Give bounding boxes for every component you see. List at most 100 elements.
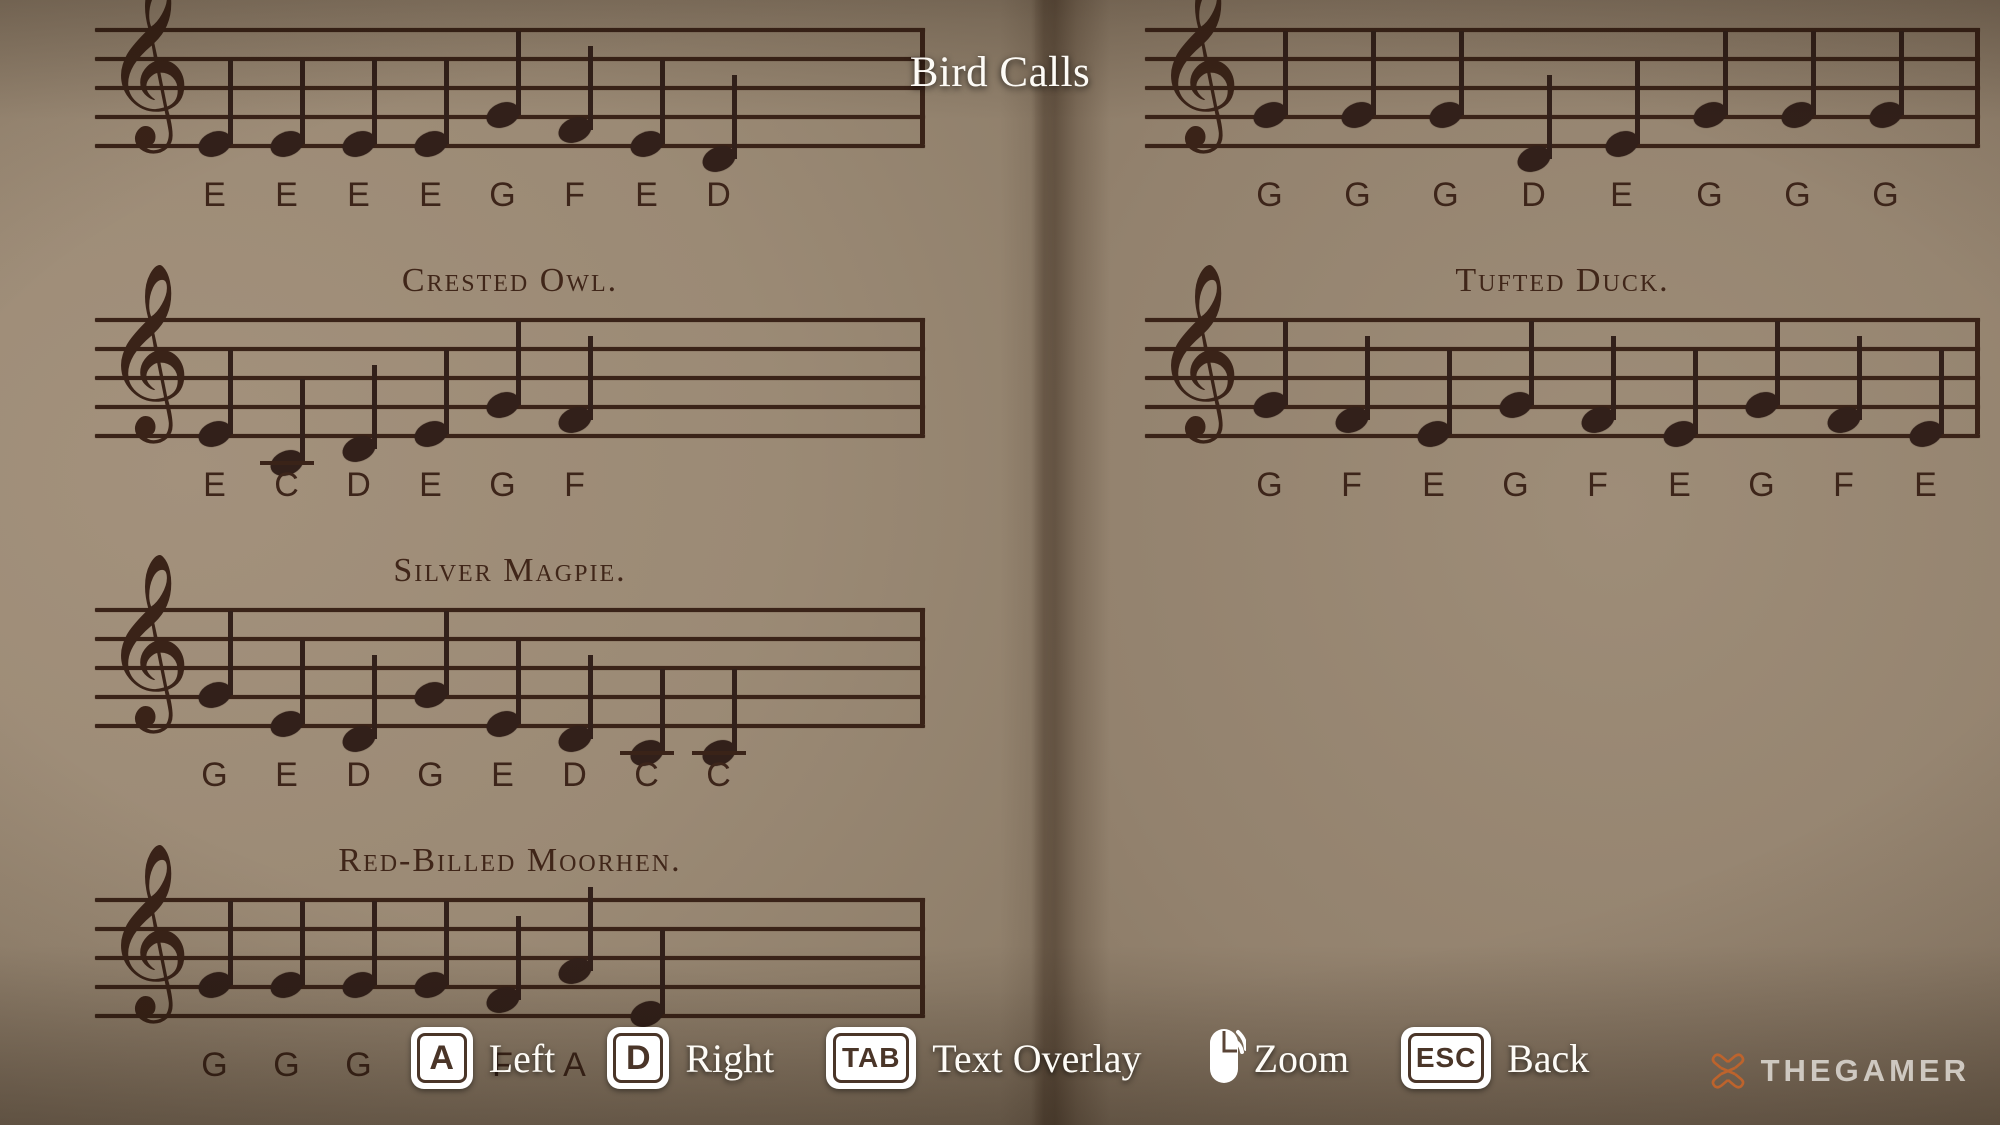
key-badge-label: TAB: [841, 1042, 901, 1073]
note-stem: [228, 901, 233, 985]
ledger-line: [260, 461, 314, 465]
note-stem: [300, 640, 305, 724]
hint-right[interactable]: D Right: [607, 1027, 774, 1089]
note-letter: D: [706, 176, 732, 214]
staff-line: [95, 927, 925, 931]
note-letter: G: [1256, 176, 1284, 214]
note-F: [554, 335, 596, 437]
note-stem: [228, 350, 233, 434]
note-G: [1495, 321, 1537, 423]
note-E: [1601, 60, 1643, 162]
key-badge-a[interactable]: A: [410, 1027, 473, 1089]
note-stem: [516, 321, 521, 405]
note-E: [194, 60, 236, 162]
note-stem: [1529, 321, 1534, 405]
hint-label: Right: [685, 1035, 775, 1081]
key-badge-esc[interactable]: ESC: [1401, 1027, 1492, 1089]
staff-line: [95, 376, 925, 380]
note-letter: E: [275, 756, 299, 794]
mouse-scroll-icon[interactable]: [1194, 1027, 1248, 1089]
staff-line: [1145, 144, 1980, 148]
key-badge-label: ESC: [1415, 1042, 1477, 1073]
game-screen: 𝄞 E E E E G F E D 𝄞 E C D E G F Crested Owl. 𝄞 G E D G E D C C Sil…: [0, 0, 2000, 1125]
staff-line: [1145, 347, 1980, 351]
note-D: [1513, 74, 1555, 176]
note-F: [1577, 335, 1619, 437]
note-E: [410, 60, 452, 162]
note-stem: [1283, 321, 1288, 405]
note-stem: [1775, 321, 1780, 405]
hint-label: Back: [1507, 1035, 1590, 1081]
staff-line: [95, 898, 925, 902]
note-letter: F: [564, 466, 586, 504]
note-D: [554, 654, 596, 756]
note-stem: [372, 364, 377, 449]
note-letter: E: [1610, 176, 1634, 214]
ledger-line: [692, 751, 746, 755]
note-E: [1659, 350, 1701, 452]
note-letter: G: [1502, 466, 1530, 504]
staff-line: [1145, 318, 1980, 322]
note-letter: C: [634, 756, 660, 794]
note-E: [626, 930, 668, 1032]
key-badge-tab[interactable]: TAB: [826, 1027, 917, 1089]
note-letter: F: [1341, 466, 1363, 504]
note-G: [338, 901, 380, 1003]
note-stem: [444, 901, 449, 985]
bird-name-heading: Silver Magpie.: [393, 552, 627, 589]
note-D: [698, 74, 740, 176]
note-stem: [1693, 350, 1698, 434]
note-stem: [660, 930, 665, 1014]
note-stem: [1857, 335, 1862, 420]
note-letter: E: [275, 176, 299, 214]
note-stem: [588, 886, 593, 971]
watermark: THEGAMER: [1708, 1051, 1970, 1091]
note-stem: [588, 654, 593, 739]
hint-left[interactable]: A Left: [410, 1027, 555, 1089]
note-E: [266, 60, 308, 162]
staff-line: [95, 637, 925, 641]
page-title: Bird Calls: [909, 49, 1091, 96]
note-F: [1331, 335, 1373, 437]
note-letter: G: [1748, 466, 1776, 504]
note-letter: F: [1833, 466, 1855, 504]
note-stem: [372, 654, 377, 739]
note-G: [410, 611, 452, 713]
note-G: [1865, 31, 1907, 133]
note-E: [626, 60, 668, 162]
note-stem: [516, 915, 521, 1000]
note-F: [554, 45, 596, 147]
hint-label: Zoom: [1253, 1035, 1350, 1081]
note-E: [1413, 350, 1455, 452]
staff-end-barline: [920, 318, 925, 434]
note-stem: [300, 379, 305, 463]
hint-back[interactable]: ESC Back: [1401, 1027, 1589, 1089]
staff-line: [1145, 434, 1980, 438]
note-letter: G: [1432, 176, 1460, 214]
hint-zoom[interactable]: Zoom: [1194, 1027, 1350, 1089]
note-letter: E: [635, 176, 659, 214]
control-hint-bar: A Left D Right TAB Text Overlay Zoom ESC Back: [0, 1027, 2000, 1089]
note-D: [338, 654, 380, 756]
note-stem: [300, 901, 305, 985]
note-letter: E: [1914, 466, 1938, 504]
watermark-text: THEGAMER: [1760, 1053, 1970, 1088]
ledger-line: [620, 751, 674, 755]
note-letter: G: [489, 176, 517, 214]
note-letter: D: [346, 756, 372, 794]
staff-line: [95, 1014, 925, 1018]
note-F: [482, 915, 524, 1017]
note-F: [1823, 335, 1865, 437]
note-G: [1689, 31, 1731, 133]
note-letter: G: [417, 756, 445, 794]
staff-line: [95, 608, 925, 612]
note-letter: G: [1256, 466, 1284, 504]
bird-name-heading: Tufted Duck.: [1455, 262, 1670, 299]
hint-text-overlay[interactable]: TAB Text Overlay: [826, 1027, 1142, 1089]
note-letter: E: [419, 466, 443, 504]
note-stem: [444, 611, 449, 695]
key-badge-d[interactable]: D: [607, 1027, 670, 1089]
note-letters-top-left: EEEEGFED: [179, 176, 755, 215]
staff-end-barline: [1975, 318, 1980, 434]
note-stem: [1939, 350, 1944, 434]
